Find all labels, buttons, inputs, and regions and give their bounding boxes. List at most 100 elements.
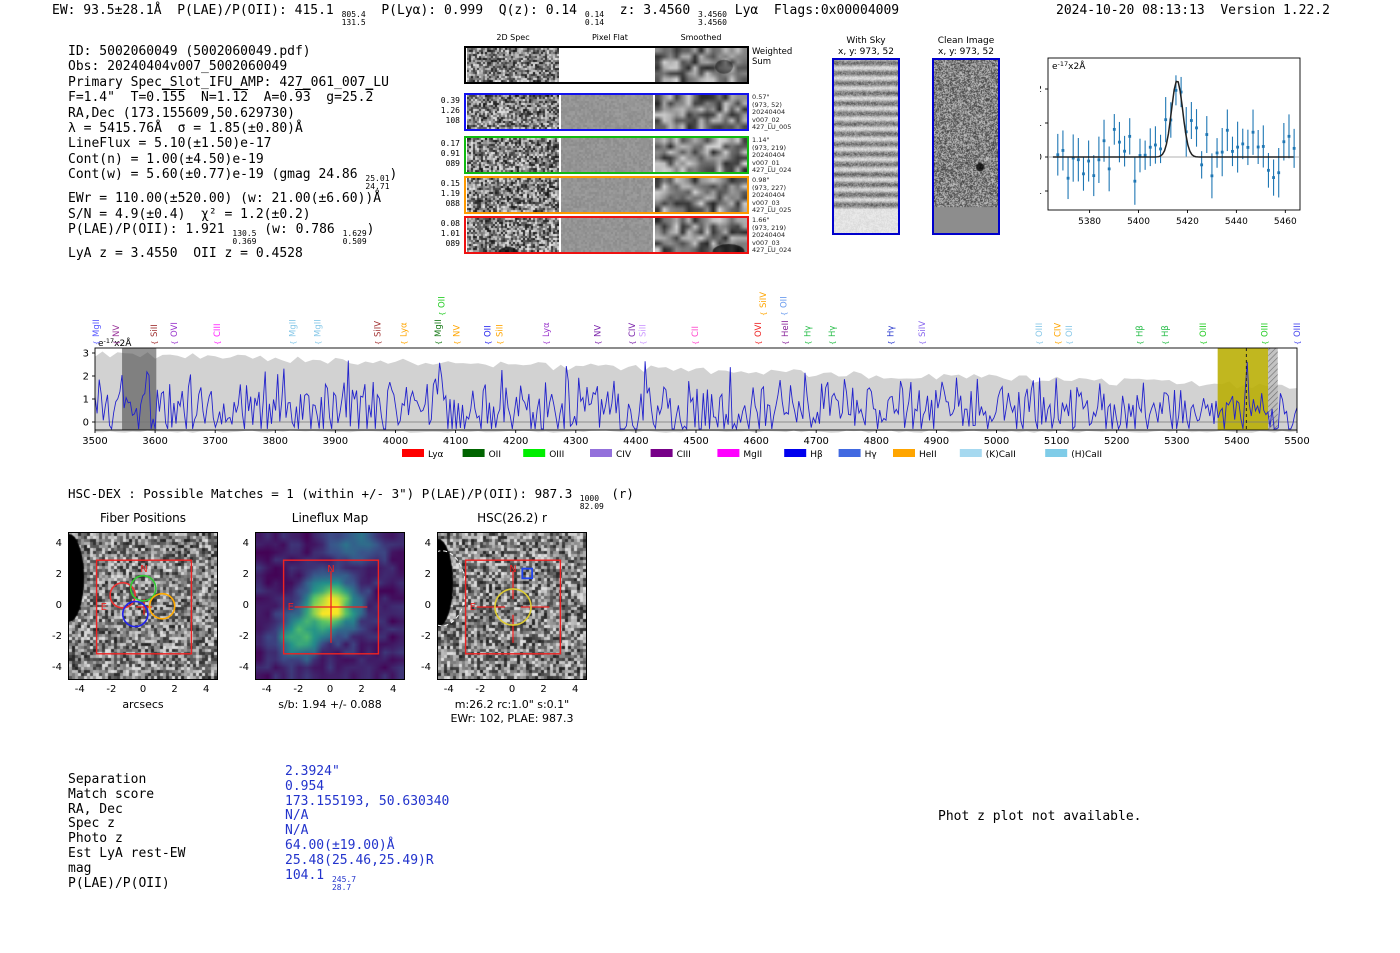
info-line-7: Cont(n) = 1.00(±4.50)e-19 <box>68 151 264 167</box>
line-marker-label: OVI <box>754 322 764 337</box>
cutout-xtick: -2 <box>106 684 117 695</box>
svg-text:4200: 4200 <box>503 436 528 447</box>
withsky-title: With Sky x, y: 973, 52 <box>826 36 906 58</box>
cutout-ytick: -4 <box>52 662 62 674</box>
2d-spec-image <box>467 95 559 129</box>
cutout-xtick: 0 <box>326 684 334 695</box>
cutout-xtick: -4 <box>74 684 85 695</box>
svg-text:3500: 3500 <box>82 436 107 447</box>
cutout-panel-1: NE <box>255 532 405 680</box>
header-summary: EW: 93.5±28.1Å P(LAE)/P(OII): 415.1 805.… <box>52 3 900 27</box>
line-marker-label: MgII <box>92 319 102 337</box>
withsky-canvas <box>834 60 898 233</box>
compass-n-label: N <box>140 564 147 575</box>
svg-text:3600: 3600 <box>142 436 167 447</box>
legend-swatch <box>784 449 807 457</box>
col-title-smoothed: Smoothed <box>680 33 722 42</box>
2d-row-3-right-labels: 0.98" (973, 227) 20240404 v007_03 427_LU_025 <box>752 176 792 215</box>
svg-text:5000: 5000 <box>984 436 1009 447</box>
smoothed-image <box>655 95 747 129</box>
smoothed-image <box>655 218 747 252</box>
stacked-value: 805.4 131.5 <box>341 10 366 27</box>
info-line-9: EWr = 110.00(±520.00) (w: 21.00(±6.60))Å <box>68 191 382 207</box>
match-label-5: Est LyA rest-EW <box>68 845 186 861</box>
match-table-values: 2.3924" 0.954 173.155193, 50.630340 N/A N/A 6… <box>285 764 450 892</box>
line-marker-label: SiII <box>150 324 160 337</box>
legend-swatch <box>959 449 982 457</box>
cutout-panel-2: NE <box>437 532 587 680</box>
cutout-xtick: -4 <box>443 684 454 695</box>
match-label-1: Match score <box>68 786 155 802</box>
line-marker-brace: { <box>640 341 648 345</box>
cutout-xlabel-0: arcsecs <box>122 698 164 711</box>
line-marker-brace: { <box>780 312 788 316</box>
svg-text:5100: 5100 <box>1044 436 1069 447</box>
2d-spec-image <box>467 218 559 252</box>
line-marker-label: SiIV <box>759 292 769 308</box>
line-marker-label: Lyα <box>400 322 410 337</box>
cutout-ytick: 2 <box>55 568 62 580</box>
detection-info-block: ID: 5002060049 (5002060049.pdf) Obs: 2024… <box>68 44 397 261</box>
line-marker-brace: { <box>595 341 603 345</box>
cutout-xtick: 4 <box>203 684 210 695</box>
line-marker-label: MgII <box>314 319 324 337</box>
line-marker-label: OII <box>484 325 494 337</box>
cutout-xtick: 2 <box>540 684 547 695</box>
info-line-0: ID: 5002060049 (5002060049.pdf) <box>68 44 311 59</box>
line-marker-brace: { <box>171 341 179 345</box>
col-title-pixel-flat: Pixel Flat <box>592 33 628 42</box>
line-marker-label: Lyα <box>542 322 552 337</box>
match-value-6: 25.48(25.46,25.49)R <box>285 852 434 868</box>
cutout-xtick: -2 <box>475 684 486 695</box>
clean-image <box>932 58 1000 235</box>
line-marker-brace: { <box>1036 341 1044 345</box>
cutout-ytick: -4 <box>421 662 431 674</box>
line-marker-label: CIII <box>213 324 223 337</box>
line-fit-zoom-plot: -1 0 1 2 5380 5400 5420 5440 5460 e-17x2Å <box>1040 57 1301 227</box>
compass-e-label: E <box>470 602 476 613</box>
match-value-2: 173.155193, 50.630340 <box>285 793 450 809</box>
2d-row-1 <box>464 93 749 131</box>
line-marker-brace: { <box>829 341 837 345</box>
legend-label: Lyα <box>428 450 444 460</box>
2d-row-2-right-labels: 1.14" (973, 219) 20240404 v007_01 427_LU_024 <box>752 136 792 175</box>
pixel-flat-image <box>561 48 653 82</box>
info-line-5: λ = 5415.76Å σ = 1.85(±0.80)Å <box>68 121 303 137</box>
2d-row-1-right-labels: 0.57" (973, 52) 20240404 v007_02 427_LU_005 <box>752 93 792 132</box>
legend-label: OIII <box>549 450 564 460</box>
svg-text:5200: 5200 <box>1104 436 1129 447</box>
match-value-4: N/A <box>285 823 309 839</box>
svg-text:3800: 3800 <box>263 436 288 447</box>
svg-text:4700: 4700 <box>803 436 828 447</box>
line-marker-label: SiIV <box>374 321 384 337</box>
pixel-flat-image <box>561 218 653 252</box>
cutout-title-0: Fiber Positions <box>99 511 187 525</box>
line-marker-brace: { <box>453 341 461 345</box>
line-marker-brace: { <box>375 341 383 345</box>
2d-row-2 <box>464 136 749 174</box>
svg-text:5400: 5400 <box>1127 217 1150 227</box>
elixer-report-page: EW: 93.5±28.1Å P(LAE)/P(OII): 415.1 805.… <box>0 0 1400 953</box>
cutout-xtick: 4 <box>572 684 579 695</box>
legend-label: (K)CaII <box>986 450 1016 460</box>
stacked-value: 245.7 28.7 <box>331 874 357 892</box>
svg-text:4300: 4300 <box>563 436 588 447</box>
svg-text:0: 0 <box>83 418 89 429</box>
compass-e-label: E <box>101 602 107 613</box>
line-marker-label: NV <box>594 325 604 337</box>
line-marker-label: MgII <box>434 319 444 337</box>
info-line-3: F=1.4" T=0.155 N=1.12 A=0.93 g=25.2 <box>68 90 374 106</box>
legend-swatch <box>402 449 424 457</box>
line-marker-label: OIII <box>1261 323 1271 337</box>
line-marker-label: CII <box>691 326 701 337</box>
line-marker-brace: { <box>1262 341 1270 345</box>
line-marker-brace: { <box>93 341 101 345</box>
clean-xy: x, y: 973, 52 <box>938 47 994 57</box>
cutout-ytick: 2 <box>242 568 249 580</box>
legend-label: OII <box>489 450 501 460</box>
legend-label: HeII <box>919 450 937 460</box>
svg-text:5440: 5440 <box>1225 217 1248 227</box>
cutout-title-2: HSC(26.2) r <box>477 511 547 525</box>
line-marker-label: OVI <box>170 322 180 337</box>
cutout-ytick: -4 <box>239 662 249 674</box>
